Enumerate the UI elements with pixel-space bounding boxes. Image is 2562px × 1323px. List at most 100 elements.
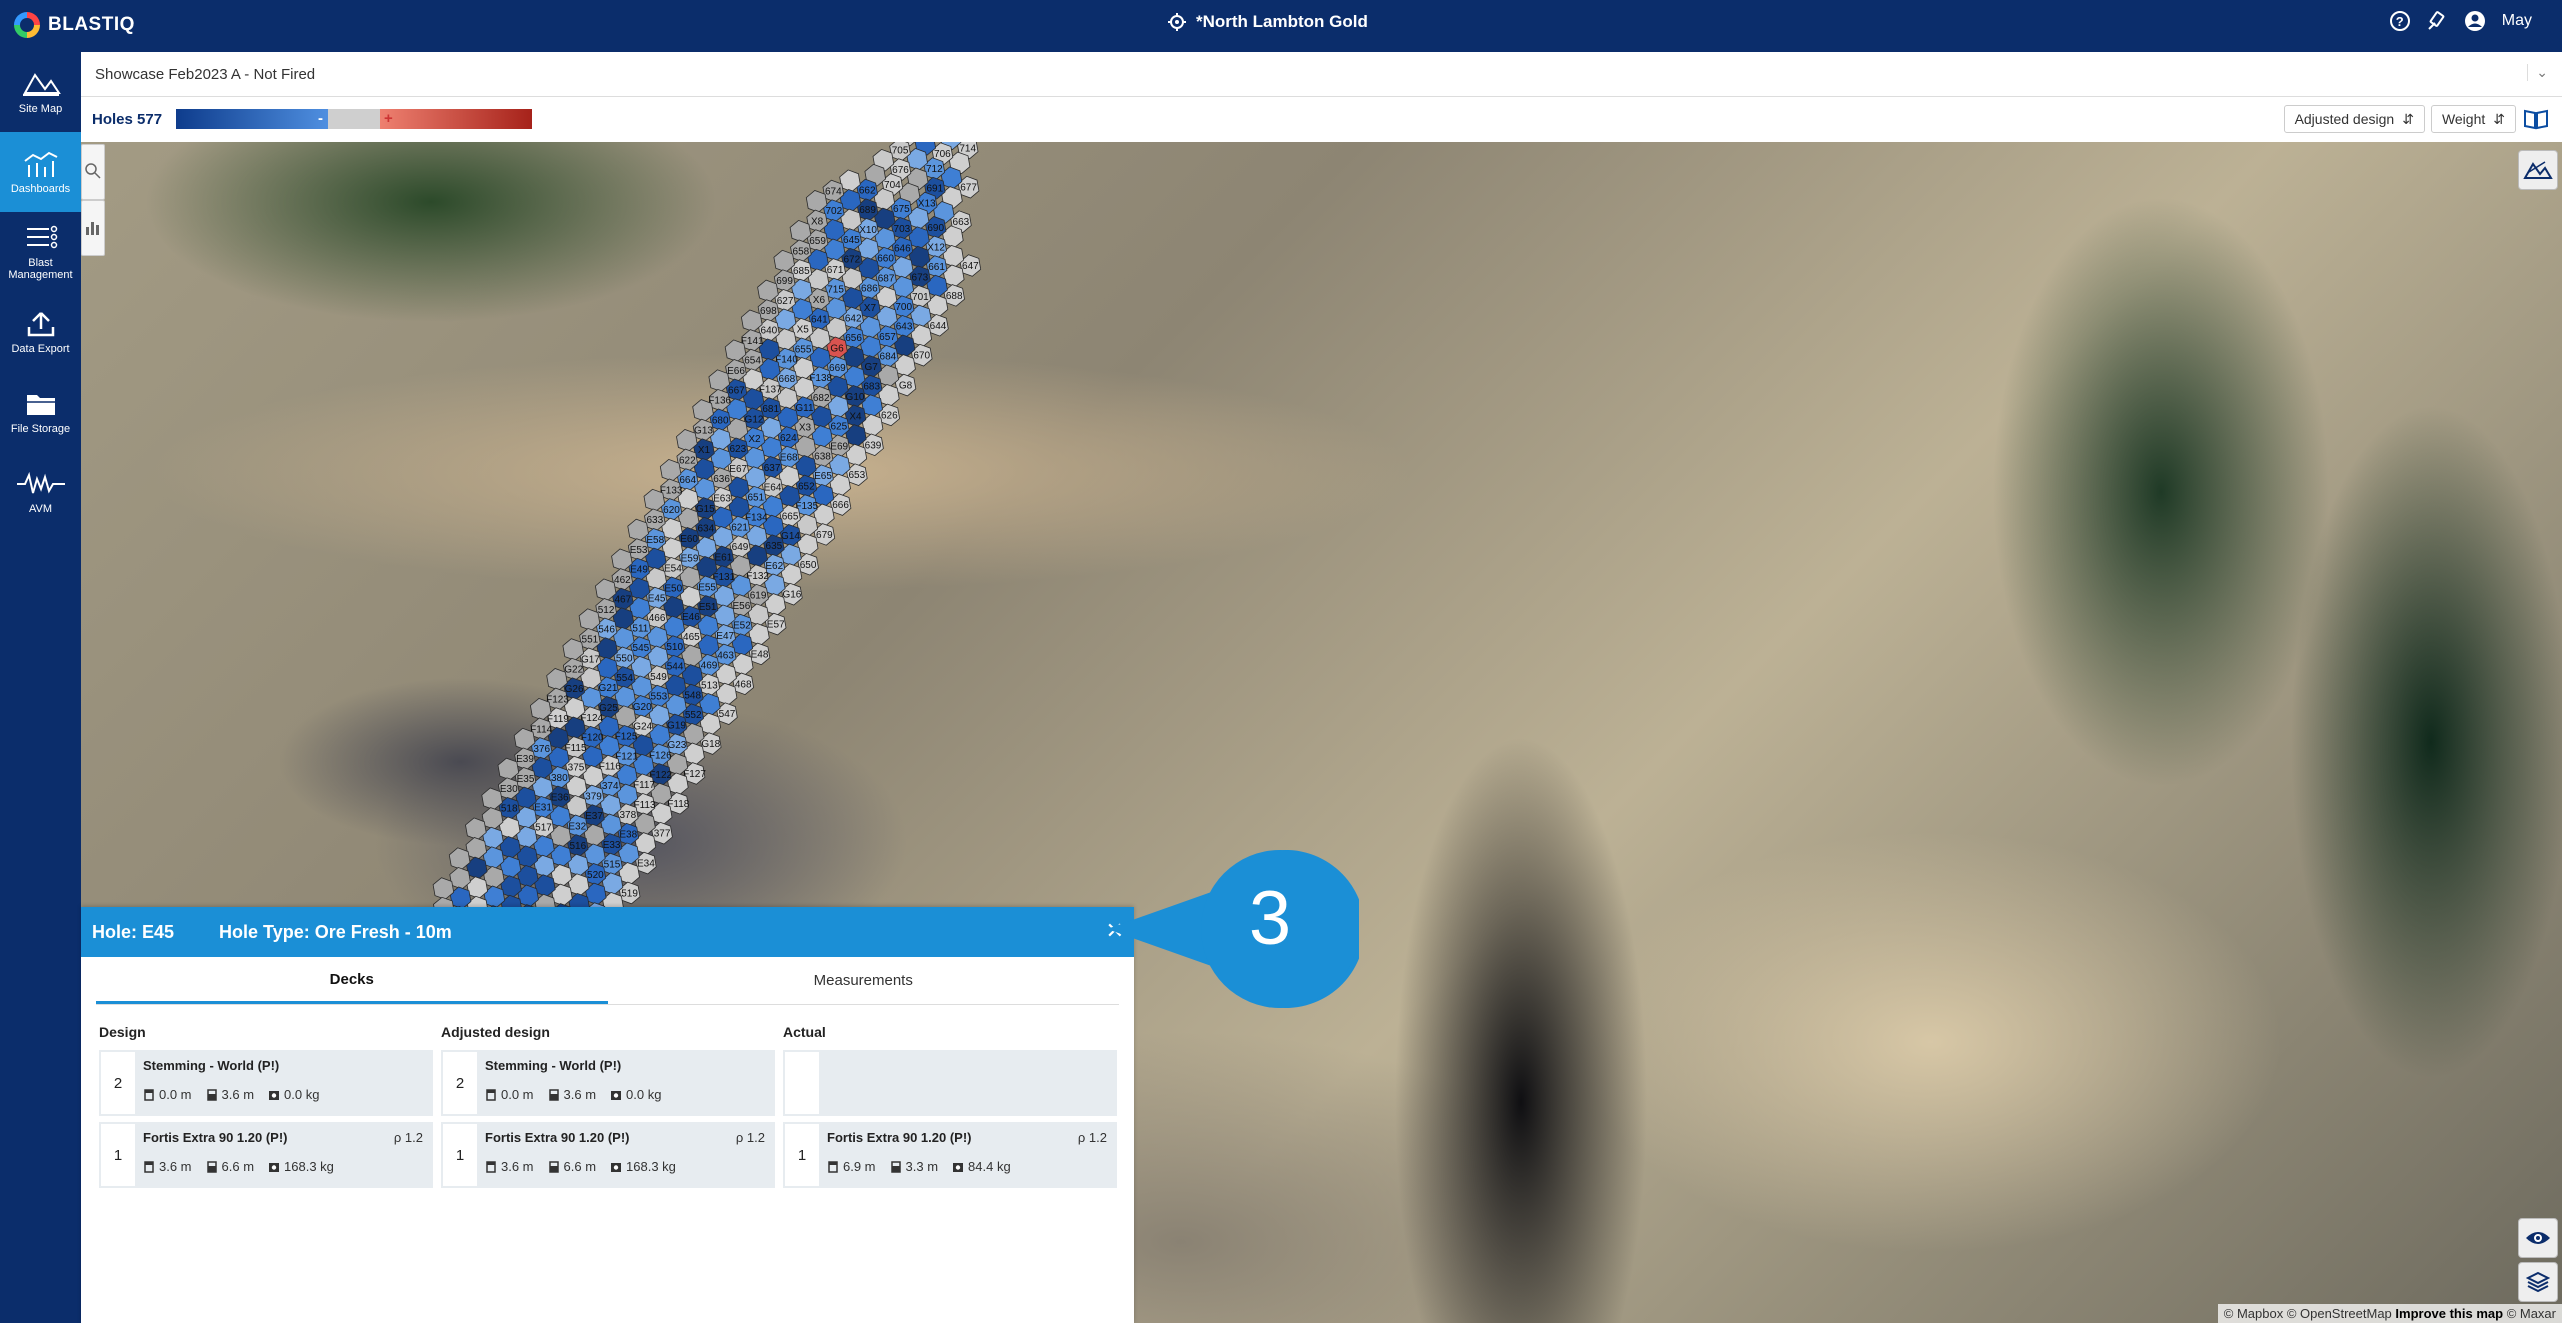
map-tool-chart[interactable]: [81, 200, 105, 256]
site-selector[interactable]: *North Lambton Gold: [1168, 12, 1368, 32]
blast-hole-label: 650: [800, 560, 817, 571]
deck-weight: 0.0 kg: [610, 1087, 661, 1102]
sidebar-item-label: AVM: [28, 503, 53, 515]
blast-hole-label: 647: [962, 261, 979, 272]
hole-type: Hole Type: Ore Fresh - 10m: [219, 921, 452, 942]
blast-hole-label: 379: [585, 791, 602, 802]
improve-map-link[interactable]: Improve this map: [2395, 1306, 2503, 1321]
blast-hole-label: 686: [861, 284, 878, 295]
blast-hole-label: 715: [827, 285, 844, 296]
sidebar-item-site-map[interactable]: Site Map: [0, 52, 81, 132]
blast-hole-label: 687: [878, 273, 895, 284]
metric-select-value: Weight: [2441, 111, 2486, 127]
deck-number: 2: [101, 1052, 135, 1114]
book-icon[interactable]: [2522, 105, 2550, 133]
weight-icon: [269, 1090, 280, 1100]
blast-hole-label: 643: [896, 322, 913, 333]
legend-positive: [380, 109, 532, 129]
deck-body: Stemming - World (P!) 0.0 m 3.6 m 0.0 kg: [479, 1050, 775, 1116]
legend-plus-sign: +: [384, 110, 393, 127]
deck-card[interactable]: 2 Stemming - World (P!) 0.0 m 3.6 m 0.0 …: [99, 1050, 433, 1116]
blast-hole-label: 468: [735, 679, 752, 690]
blast-hole-label: 513: [701, 680, 718, 691]
blast-hole-label: 552: [685, 710, 702, 721]
tab-decks[interactable]: Decks: [96, 957, 608, 1004]
deck-top-value: 3.6 m: [501, 1159, 534, 1174]
blast-hole-label: E60: [680, 534, 698, 545]
deck-column-title: Design: [99, 1024, 146, 1040]
sidebar-item-dashboards[interactable]: Dashboards: [0, 132, 81, 212]
deck-weight-value: 0.0 kg: [626, 1087, 662, 1102]
help-icon[interactable]: ?: [2389, 11, 2410, 31]
deck-card[interactable]: [783, 1050, 1117, 1116]
blast-hole-label: E54: [664, 564, 682, 575]
deck-card[interactable]: 1 Fortis Extra 90 1.20 (P!) ρ 1.2 3.6 m …: [441, 1122, 775, 1188]
deck-weight-value: 168.3 kg: [626, 1159, 676, 1174]
sidebar-item-avm[interactable]: AVM: [0, 452, 81, 532]
sidebar-item-label: Blast Management: [8, 257, 73, 281]
map-layer-toggle-button[interactable]: [2518, 150, 2558, 190]
sidebar-item-data-export[interactable]: Data Export: [0, 292, 81, 372]
map-tool-search[interactable]: [81, 144, 105, 200]
blast-hole-label: 677: [960, 183, 977, 194]
satellite-icon[interactable]: [2426, 10, 2448, 32]
deck-card[interactable]: 1 Fortis Extra 90 1.20 (P!) ρ 1.2 3.6 m …: [99, 1122, 433, 1188]
deck-card[interactable]: 2 Stemming - World (P!) 0.0 m 3.6 m 0.0 …: [441, 1050, 775, 1116]
blast-hole-label: 674: [825, 187, 842, 198]
user-name[interactable]: May: [2502, 12, 2532, 30]
zoom-search-icon: [85, 163, 101, 179]
blast-hole-label: 670: [913, 351, 930, 362]
deck-top-depth: 3.6 m: [143, 1159, 192, 1174]
deck-density: ρ 1.2: [1077, 1130, 1107, 1145]
deck-length-value: 6.6 m: [221, 1159, 255, 1174]
deck-length-icon: [890, 1160, 901, 1173]
blast-title: Showcase Feb2023 A - Not Fired: [95, 66, 316, 83]
design-select[interactable]: Adjusted design ⇵: [2283, 105, 2425, 133]
deck-number: 2: [443, 1052, 477, 1114]
blast-hole-label: 545: [633, 643, 650, 654]
deck-card[interactable]: 1 Fortis Extra 90 1.20 (P!) ρ 1.2 6.9 m …: [783, 1122, 1117, 1188]
blast-hole-label: 510: [666, 642, 683, 653]
brand[interactable]: BLASTIQ: [14, 12, 135, 38]
blast-hole-label: 619: [750, 591, 767, 602]
user-avatar-icon[interactable]: [2464, 10, 2486, 32]
deck-weight: 0.0 kg: [268, 1087, 319, 1102]
blast-hole-label: G14: [781, 531, 800, 542]
deck-length-value: 3.6 m: [563, 1087, 597, 1102]
tab-measurements[interactable]: Measurements: [608, 957, 1120, 1004]
depth-top-icon: [486, 1160, 496, 1173]
deck-column-title: Actual: [783, 1024, 826, 1040]
sidebar-item-blast-management[interactable]: Blast Management: [0, 212, 81, 292]
legend-minus-sign: -: [318, 110, 323, 127]
blast-hole-label: 646: [894, 243, 911, 254]
blast-hole-label: G8: [899, 381, 913, 392]
blast-hole-label: 653: [848, 470, 865, 481]
blast-hole-label: E38: [619, 830, 637, 841]
layers-button[interactable]: [2518, 1262, 2558, 1302]
sidebar-item-label: Data Export: [11, 343, 70, 355]
blast-hole-label: E66: [727, 366, 745, 377]
blast-hole-label: G7: [865, 362, 879, 373]
deck-length: 6.6 m: [548, 1159, 596, 1174]
blast-hole-label: 512: [598, 605, 615, 616]
blast-hole-label: 621: [731, 523, 748, 534]
chevron-down-icon[interactable]: ⌄: [2527, 64, 2548, 81]
blast-hole-label: 519: [621, 888, 638, 899]
blast-hole-label: 548: [684, 691, 701, 702]
blast-hole-label: 701: [912, 292, 929, 303]
deck-length-icon: [548, 1160, 559, 1173]
blast-hole-label: X13: [918, 199, 936, 210]
blast-hole-label: E58: [646, 535, 664, 546]
sidebar-item-file-storage[interactable]: File Storage: [0, 372, 81, 452]
blast-hole-label: G20: [633, 702, 652, 713]
blast-hole-label: 550: [616, 653, 633, 664]
deck-number: 1: [785, 1124, 819, 1186]
deck-length: 3.6 m: [548, 1087, 597, 1102]
blast-hole-label: E30: [500, 784, 518, 795]
visibility-button[interactable]: [2518, 1218, 2558, 1258]
deck-number: [785, 1052, 819, 1114]
metric-select[interactable]: Weight ⇵: [2430, 105, 2516, 133]
deck-weight-value: 84.4 kg: [968, 1159, 1011, 1174]
blast-selector[interactable]: Showcase Feb2023 A - Not Fired ⌄: [81, 52, 2562, 97]
blast-hole-label: 637: [764, 463, 781, 474]
